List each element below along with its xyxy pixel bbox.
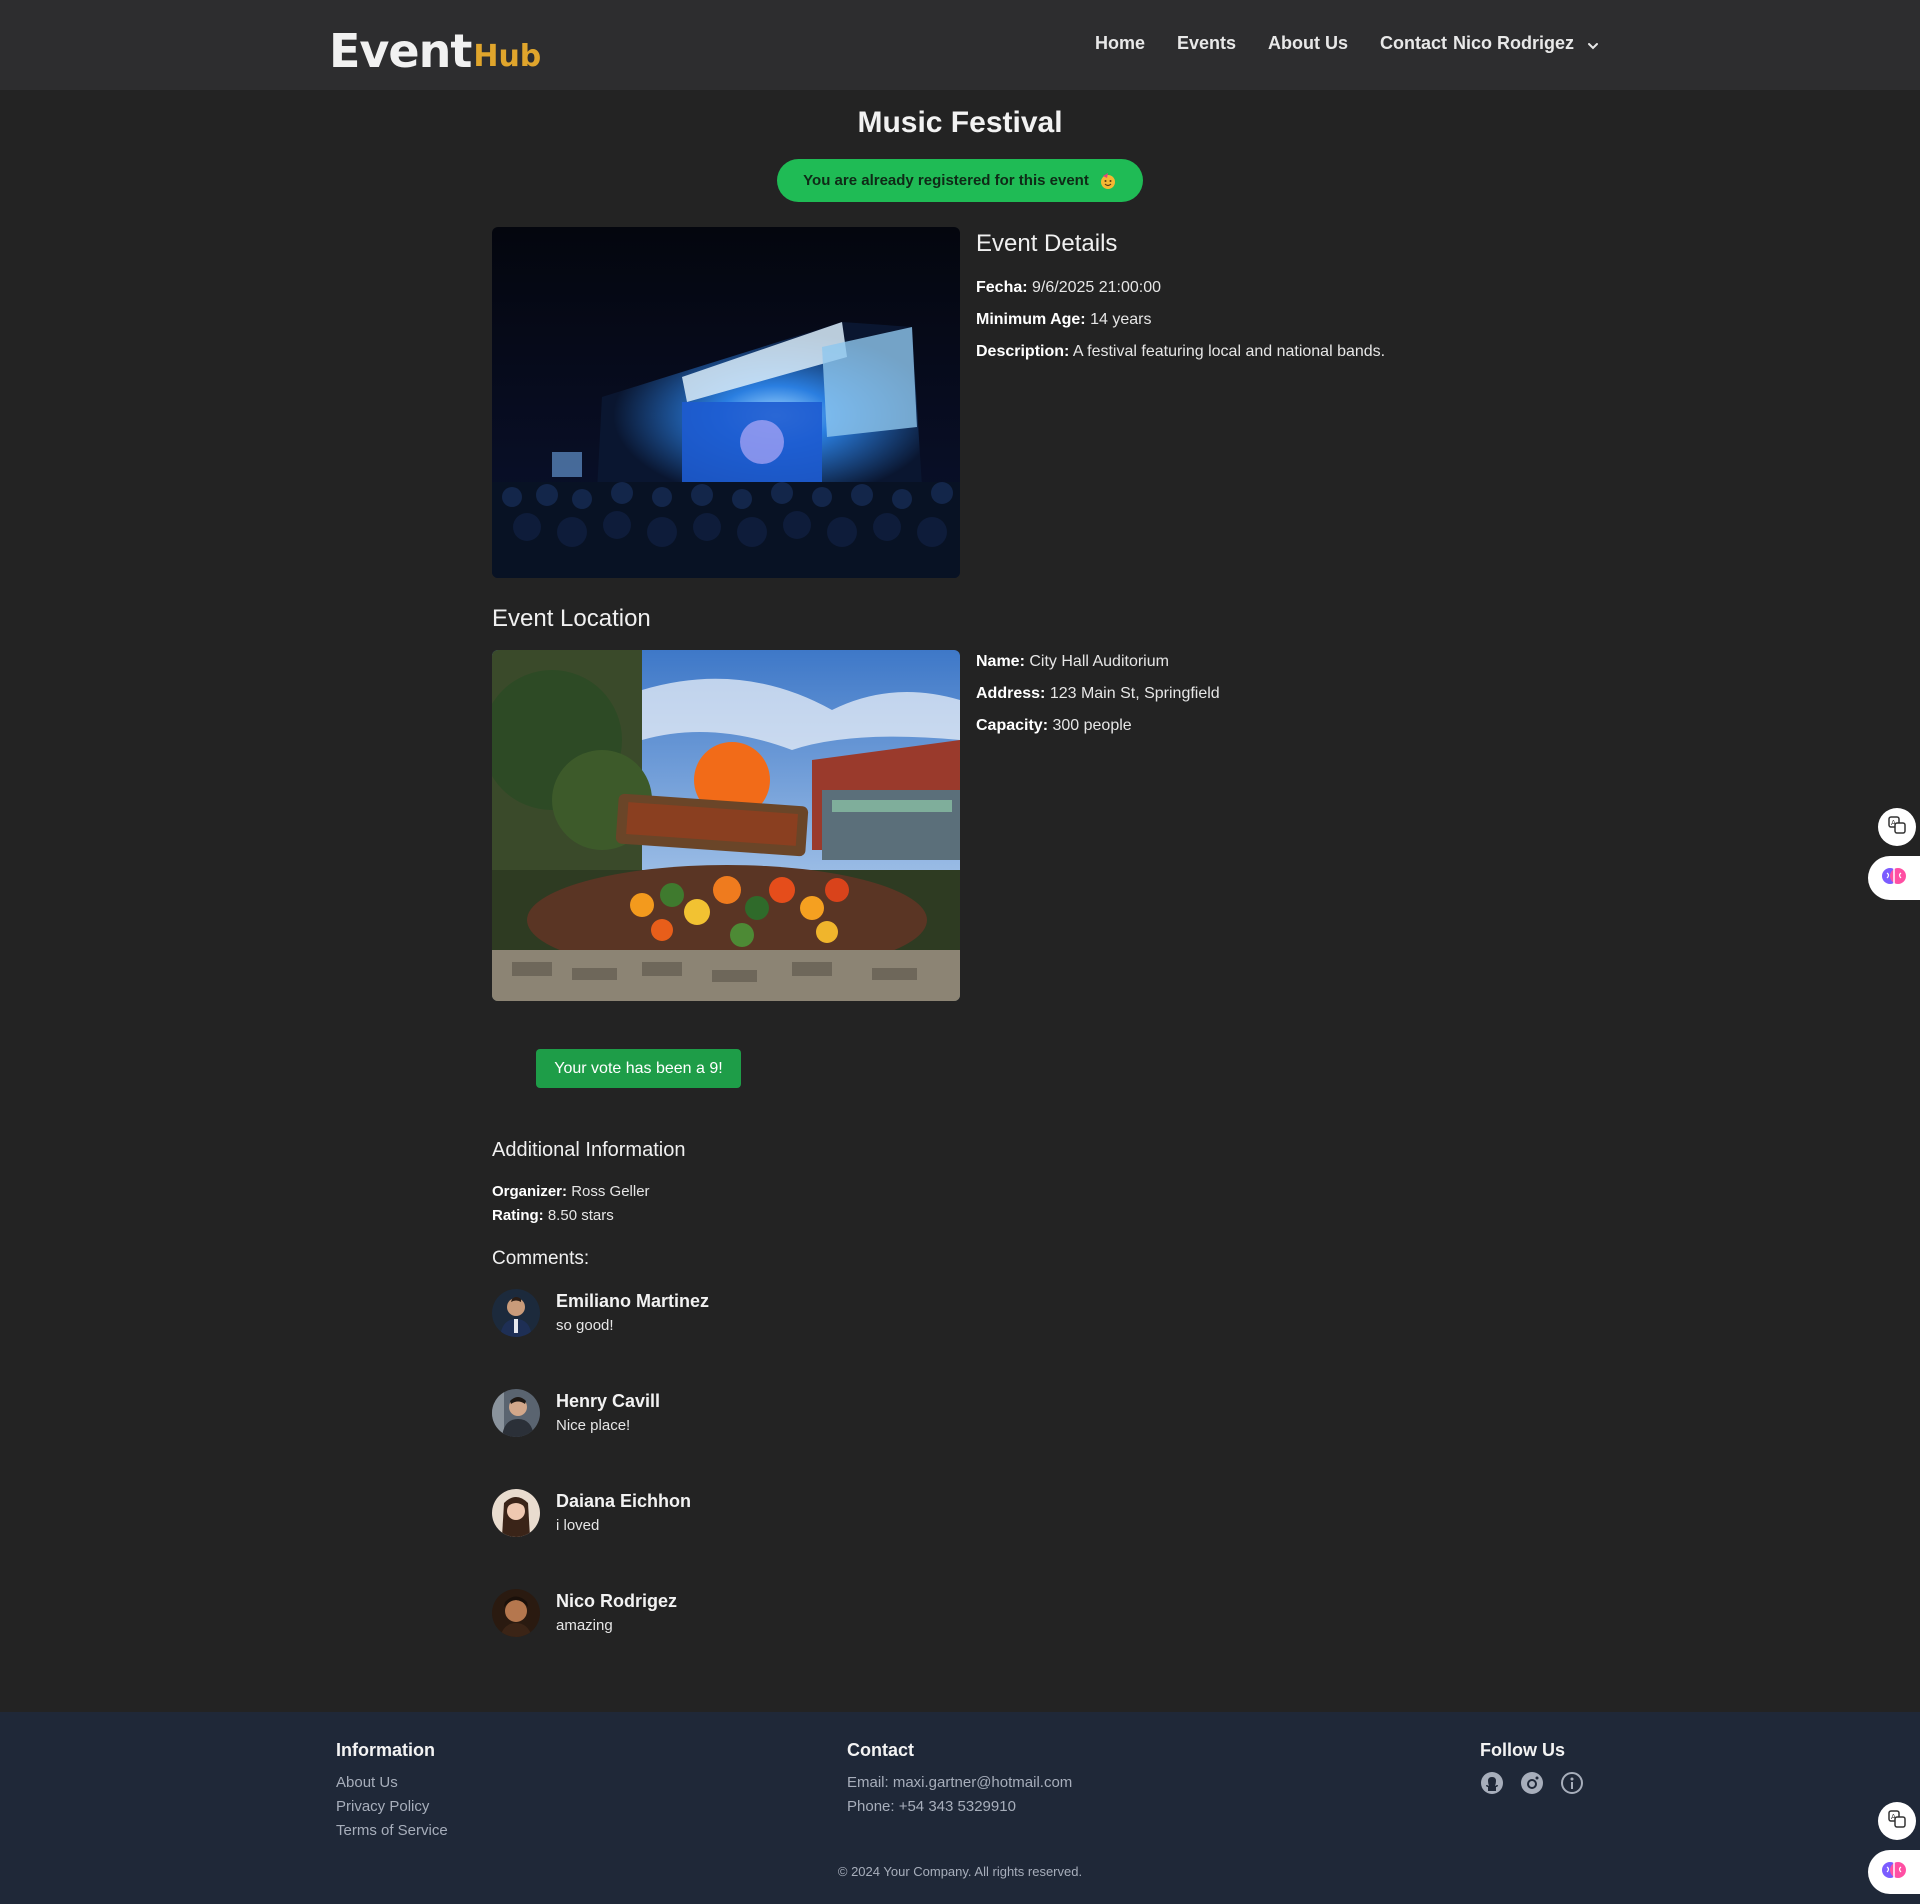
location-address-value: 123 Main St, Springfield: [1049, 685, 1220, 702]
location-name-line: Name: City Hall Auditorium: [976, 653, 1169, 671]
comment-author: Nico Rodrigez: [556, 1591, 678, 1611]
ai-widget-button-bottom[interactable]: [1868, 1850, 1920, 1894]
footer-link-terms[interactable]: Terms of Service: [336, 1819, 448, 1843]
logo[interactable]: Event Hub: [329, 18, 541, 74]
rating-value: 8.50 stars: [547, 1207, 614, 1224]
social-icons: [1480, 1771, 1584, 1795]
footer-follow-heading: Follow Us: [1480, 1740, 1565, 1760]
location-name-value: City Hall Auditorium: [1029, 653, 1169, 670]
location-capacity-value: 300 people: [1052, 717, 1132, 734]
comment-text: amazing: [556, 1617, 613, 1634]
event-location-heading: Event Location: [492, 605, 651, 632]
comment-text: Nice place!: [556, 1417, 631, 1434]
page-title: Music Festival: [857, 106, 1063, 139]
comment-text: so good!: [556, 1317, 614, 1334]
svg-text:A: A: [1891, 1813, 1896, 1821]
rating-label: Rating:: [492, 1207, 544, 1224]
comments-heading: Comments:: [492, 1248, 590, 1269]
translate-widget-button-bottom[interactable]: A: [1878, 1802, 1916, 1840]
comment-item: Henry Cavill Nice place!: [492, 1389, 1092, 1449]
chevron-down-icon: [1586, 37, 1600, 51]
registered-badge-text: You are already registered for this even…: [803, 172, 1089, 189]
instagram-icon[interactable]: [1520, 1771, 1544, 1795]
location-name-label: Name:: [976, 653, 1025, 670]
footer-email: Email: maxi.gartner@hotmail.com: [847, 1774, 1073, 1791]
min-age-line: Minimum Age: 14 years: [976, 311, 1151, 329]
ai-widget-button[interactable]: [1868, 856, 1920, 900]
fecha-value: 9/6/2025 21:00:00: [1032, 279, 1162, 296]
comment-author: Daiana Eichhon: [556, 1491, 692, 1511]
location-image: [492, 650, 960, 1001]
avatar: [492, 1489, 540, 1537]
footer-contact-heading: Contact: [847, 1740, 914, 1760]
avatar: [492, 1589, 540, 1637]
nav-link-home[interactable]: Home: [1095, 33, 1145, 54]
footer-link-about[interactable]: About Us: [336, 1771, 448, 1795]
organizer-line: Organizer: Ross Geller: [492, 1183, 650, 1200]
footer-phone: Phone: +54 343 5329910: [847, 1798, 1016, 1815]
description-line: Description: A festival featuring local …: [976, 343, 1385, 361]
translate-icon: A: [1887, 815, 1907, 840]
organizer-label: Organizer:: [492, 1183, 568, 1200]
comment-item: Daiana Eichhon i loved: [492, 1489, 1092, 1549]
brain-icon: [1881, 863, 1907, 894]
additional-info-heading: Additional Information: [492, 1139, 686, 1161]
location-capacity-label: Capacity:: [976, 717, 1049, 734]
avatar: [492, 1289, 540, 1337]
logo-sub-text: Hub: [473, 39, 542, 74]
party-emoji-icon: [1099, 172, 1117, 190]
comment-author: Henry Cavill: [556, 1391, 661, 1411]
nav-link-events[interactable]: Events: [1177, 33, 1236, 54]
nav-link-contact[interactable]: Contact: [1380, 33, 1447, 54]
info-icon[interactable]: [1560, 1771, 1584, 1795]
footer-follow-column: Follow Us: [1480, 1740, 1584, 1795]
avatar: [492, 1389, 540, 1437]
comment-item: Nico Rodrigez amazing: [492, 1589, 1092, 1649]
translate-widget-button[interactable]: A: [1878, 808, 1916, 846]
location-address-label: Address:: [976, 685, 1046, 702]
brain-icon: [1881, 1857, 1907, 1888]
footer-info-heading: Information: [336, 1740, 435, 1760]
user-name: Nico Rodrigez: [1453, 33, 1575, 53]
github-icon[interactable]: [1480, 1771, 1504, 1795]
nav-links: Home Events About Us Contact: [1095, 33, 1479, 54]
comment-author: Emiliano Martinez: [556, 1291, 710, 1311]
min-age-value: 14 years: [1090, 311, 1152, 328]
footer-link-privacy[interactable]: Privacy Policy: [336, 1795, 448, 1819]
comment-text: i loved: [556, 1517, 600, 1534]
organizer-value: Ross Geller: [571, 1183, 650, 1200]
fecha-label: Fecha:: [976, 279, 1028, 296]
description-label: Description:: [976, 343, 1070, 360]
registered-badge: You are already registered for this even…: [777, 159, 1143, 202]
event-image: [492, 227, 960, 578]
footer-info-column: Information About Us Privacy Policy Term…: [336, 1740, 448, 1843]
logo-main-text: Event: [329, 24, 472, 78]
vote-button[interactable]: Your vote has been a 9!: [536, 1049, 741, 1088]
location-capacity-line: Capacity: 300 people: [976, 717, 1132, 735]
rating-line: Rating: 8.50 stars: [492, 1207, 614, 1224]
footer: Information About Us Privacy Policy Term…: [0, 1712, 1920, 1904]
nav-link-about[interactable]: About Us: [1268, 33, 1348, 54]
description-value: A festival featuring local and national …: [1072, 343, 1386, 360]
fecha-line: Fecha: 9/6/2025 21:00:00: [976, 279, 1161, 297]
user-menu[interactable]: Nico Rodrigez: [1453, 33, 1600, 54]
translate-icon: A: [1887, 1809, 1907, 1834]
min-age-label: Minimum Age:: [976, 311, 1086, 328]
comment-item: Emiliano Martinez so good!: [492, 1289, 1092, 1349]
copyright: © 2024 Your Company. All rights reserved…: [837, 1864, 1083, 1879]
location-address-line: Address: 123 Main St, Springfield: [976, 685, 1220, 703]
event-details-heading: Event Details: [976, 230, 1118, 257]
navbar: Event Hub Home Events About Us Contact N…: [0, 0, 1920, 90]
footer-contact-column: Contact Email: maxi.gartner@hotmail.com …: [847, 1740, 1072, 1819]
svg-text:A: A: [1891, 819, 1896, 827]
